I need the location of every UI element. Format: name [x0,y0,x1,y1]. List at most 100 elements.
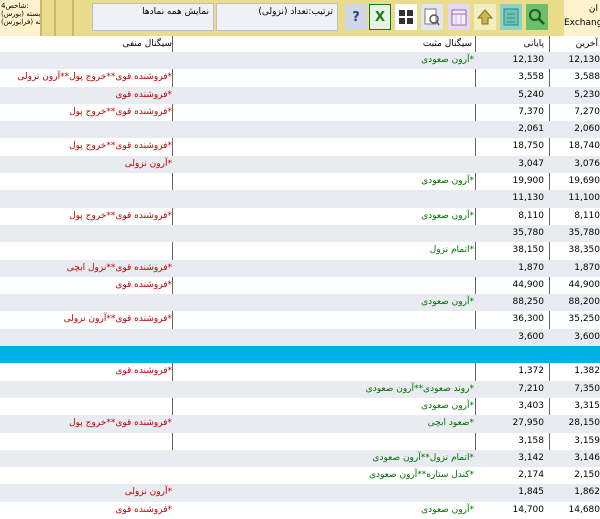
toolbar-spacer [552,4,564,30]
positive-signal-cell: *روند صعودی**آرون صعودی [366,384,474,394]
symbol-filter-field[interactable]: نمایش همه نمادها [92,3,214,31]
final-price-cell: 5,240 [518,90,544,100]
positive-signal-cell: *آرون صعودی [421,505,474,515]
final-price-cell: 11,130 [513,193,545,203]
table-row[interactable]: *آرون نزولی3,0473,076 [0,156,600,173]
last-price-cell: 28,150 [569,418,600,428]
table-row[interactable]: *آرون صعودی 19,900 19,690 [0,173,600,190]
exchange-title: ان [564,2,600,16]
selected-separator-row[interactable] [0,346,600,363]
last-price-cell: 5,230 [574,90,600,100]
table-row[interactable]: *فروشنده قوی**خروج پول*صعود ابچی27,95028… [0,415,600,432]
sort-order-field[interactable]: ترتیب:تعداد (نزولی) [216,3,338,31]
last-price-cell: 35,780 [569,228,600,238]
last-price-cell: 3,146 [574,453,600,463]
search-icon[interactable] [526,4,548,30]
final-price-cell: 19,900 [513,176,545,186]
negative-signal-cell: *فروشنده قوی**نزول ابچی [67,263,172,273]
last-price-cell: 14,680 [569,505,600,515]
table-row[interactable]: *آرون صعودی12,13012,130 [0,52,600,69]
up-icon[interactable] [474,4,496,30]
positive-signal-cell: *آرون صعودی [421,176,474,186]
positive-signal-cell: *کندل ستاره**آرون صعودی [369,470,474,480]
final-price-cell: 44,900 [513,280,545,290]
negative-signal-cell: *آرون نزولی [125,159,172,169]
toolbar-separator [72,0,74,36]
positive-signal-cell: *اتمام نزول [430,245,474,255]
final-price-cell: 8,110 [518,211,544,221]
last-price-cell: 1,382 [574,366,600,376]
final-price-cell: 35,780 [513,228,545,238]
final-price-cell: 7,370 [518,107,544,117]
preview-icon[interactable] [421,4,443,30]
positive-signal-cell: *آرون صعودی [421,211,474,221]
table-row[interactable]: *آرون صعودی3,4033,315 [0,398,600,415]
last-price-cell: 1,862 [574,487,600,497]
header-final-price[interactable]: پایانی [523,39,544,49]
table-row[interactable]: *فروشنده قوی44,90044,900 [0,277,600,294]
final-price-cell: 1,870 [518,263,544,273]
grid-icon[interactable] [395,4,417,30]
sort-order-label: ترتیب:تعداد (نزولی) [258,7,333,17]
table-row[interactable]: 2,0612,060 [0,121,600,138]
table-row[interactable]: 3,600 3,600 [0,329,600,346]
last-price-cell: 7,270 [574,107,600,117]
toolbar: شاخص4: (بورس) بسته - (فرابورس) بسته نمای… [0,0,600,37]
negative-signal-cell: *فروشنده قوی [115,505,172,515]
table-row[interactable]: *اتمام نزول**آرون صعودی3,1423,146 [0,450,600,467]
last-price-cell: 3,076 [574,159,600,169]
positive-signal-cell: *صعود ابچی [428,418,474,428]
table-row[interactable]: 3,158 3,159 [0,433,600,450]
table-row[interactable]: 35,780 35,780 [0,225,600,242]
last-price-cell: 19,690 [569,176,600,186]
last-price-cell: 3,600 [574,332,600,342]
table-row[interactable]: *آرون صعودی88,25088,200 [0,294,600,311]
market-status-panel: شاخص4: (بورس) بسته - (فرابورس) بسته [0,0,40,36]
last-price-cell: 18,740 [569,141,600,151]
header-negative-signal[interactable]: سیگنال منفی [122,39,172,49]
table-row[interactable]: *فروشنده قوی5,2405,230 [0,87,600,104]
calendar-icon[interactable] [448,4,470,30]
table-row[interactable]: *فروشنده قوی**نزول ابچی1,8701,870 [0,260,600,277]
final-price-cell: 38,150 [513,245,545,255]
negative-signal-cell: *فروشنده قوی [115,366,172,376]
last-price-cell: 38,350 [569,245,600,255]
final-price-cell: 3,600 [518,332,544,342]
table-row[interactable]: *فروشنده قوی**خروج پول18,75018,740 [0,138,600,155]
table-row[interactable]: *کندل ستاره**آرون صعودی2,1742,150 [0,467,600,484]
status-line-bourse: (بورس) بسته - [1,10,39,18]
table-row[interactable]: *اتمام نزول 38,150 38,350 [0,242,600,259]
last-price-cell: 2,060 [574,124,600,134]
table-row[interactable]: *آرون نزولی1,8451,862 [0,484,600,501]
table-row[interactable]: *فروشنده قوی *آرون صعودی 14,700 14,680 [0,502,600,519]
table-row[interactable]: *فروشنده قوی**خروج پول7,3707,270 [0,104,600,121]
final-price-cell: 12,130 [513,55,545,65]
negative-signal-cell: *فروشنده قوی**خروج پول [69,418,172,428]
negative-signal-cell: *آرون نزولی [125,487,172,497]
header-positive-signal[interactable]: سیگنال مثبت [423,39,472,49]
notes-icon[interactable] [500,4,522,30]
final-price-cell: 14,700 [513,505,545,515]
table-row[interactable]: 11,13011,100 [0,190,600,207]
last-price-cell: 7,350 [574,384,600,394]
final-price-cell: 3,158 [518,436,544,446]
final-price-cell: 7,210 [518,384,544,394]
last-price-cell: 3,159 [574,436,600,446]
help-icon[interactable]: ? [345,4,367,30]
excel-icon[interactable]: X [369,4,391,30]
last-price-cell: 88,200 [569,297,600,307]
positive-signal-cell: *آرون صعودی [421,401,474,411]
last-price-cell: 3,315 [574,401,600,411]
table-row[interactable]: *فروشنده قوی**خروج پول**آرون نزولی3,5583… [0,69,600,86]
table-row[interactable]: *فروشنده قوی1,3721,382 [0,363,600,380]
final-price-cell: 3,142 [518,453,544,463]
table-row[interactable]: *روند صعودی**آرون صعودی 7,210 7,350 [0,381,600,398]
status-line-farabourse: (فرابورس) بسته [1,18,39,26]
final-price-cell: 88,250 [513,297,545,307]
last-price-cell: 2,150 [574,470,600,480]
last-price-cell: 3,588 [574,72,600,82]
header-last-price[interactable]: آخرین [576,39,598,49]
table-row[interactable]: *فروشنده قوی**خروج پول*آرون صعودی8,1108,… [0,208,600,225]
status-line-index: شاخص4: [1,2,39,10]
table-row[interactable]: *فروشنده قوی**آرون نزولی36,30035,250 [0,311,600,328]
